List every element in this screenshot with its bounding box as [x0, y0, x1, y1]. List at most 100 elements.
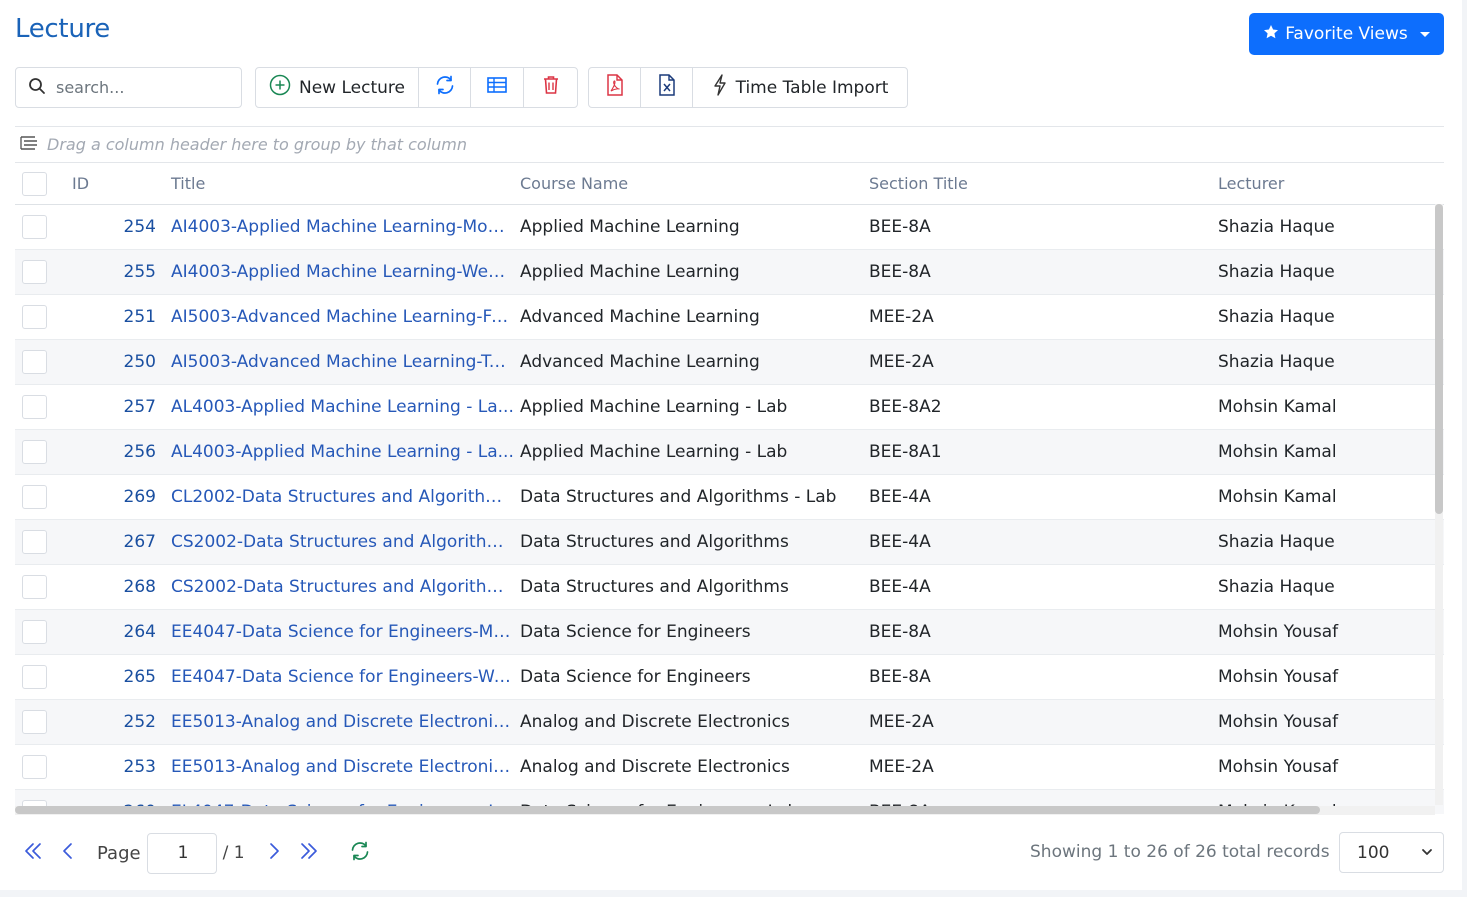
search-icon — [28, 77, 46, 99]
table-row[interactable]: 257 AL4003-Applied Machine Learning - La.… — [15, 385, 1444, 430]
new-lecture-button[interactable]: New Lecture — [256, 68, 419, 107]
cell-id: 256 — [123, 442, 156, 462]
double-chevron-right-icon — [299, 841, 319, 865]
row-select-cell — [15, 215, 65, 239]
row-checkbox[interactable] — [22, 710, 47, 734]
cell-course-name: Advanced Machine Learning — [520, 307, 760, 327]
cell-id: 254 — [123, 217, 156, 237]
lecture-title-link[interactable]: AI5003-Advanced Machine Learning-Tu... — [171, 352, 514, 372]
column-header-lecturer[interactable]: Lecturer — [1212, 174, 1430, 193]
cell-lecturer: Shazia Haque — [1218, 352, 1335, 372]
row-checkbox[interactable] — [22, 485, 47, 509]
cell-id: 252 — [123, 712, 156, 732]
cell-title: EE5013-Analog and Discrete Electronic... — [165, 712, 514, 732]
table-row[interactable]: 268 CS2002-Data Structures and Algorithm.… — [15, 565, 1444, 610]
lecture-title-link[interactable]: EE5013-Analog and Discrete Electronic... — [171, 712, 514, 732]
column-header-course-name[interactable]: Course Name — [514, 174, 863, 193]
column-header-section-title[interactable]: Section Title — [863, 174, 1212, 193]
records-summary: Showing 1 to 26 of 26 total records — [1030, 842, 1330, 862]
table-row[interactable]: 252 EE5013-Analog and Discrete Electronic… — [15, 700, 1444, 745]
cell-title: EE5013-Analog and Discrete Electronic... — [165, 757, 514, 777]
chevron-down-icon — [1421, 843, 1433, 863]
table-row[interactable]: 269 CL2002-Data Structures and Algorithm.… — [15, 475, 1444, 520]
row-select-cell — [15, 260, 65, 284]
time-table-import-button[interactable]: Time Table Import — [693, 68, 907, 107]
cell-course-name: Analog and Discrete Electronics — [520, 757, 790, 777]
row-checkbox[interactable] — [22, 395, 47, 419]
row-select-cell — [15, 620, 65, 644]
row-checkbox[interactable] — [22, 305, 47, 329]
first-page-button[interactable] — [15, 833, 50, 873]
refresh-button[interactable] — [419, 68, 471, 107]
cell-lecturer: Shazia Haque — [1218, 217, 1335, 237]
group-panel[interactable]: Drag a column header here to group by th… — [15, 126, 1444, 163]
table-row[interactable]: 254 AI4003-Applied Machine Learning-Mon..… — [15, 205, 1444, 250]
row-checkbox[interactable] — [22, 665, 47, 689]
export-pdf-button[interactable] — [589, 68, 641, 107]
lecture-title-link[interactable]: AL4003-Applied Machine Learning - La... — [171, 442, 514, 462]
cell-course-name: Applied Machine Learning — [520, 262, 740, 282]
last-page-button[interactable] — [292, 833, 327, 873]
table-row[interactable]: 255 AI4003-Applied Machine Learning-Wed..… — [15, 250, 1444, 295]
table-row[interactable]: 264 EE4047-Data Science for Engineers-Mo.… — [15, 610, 1444, 655]
chevron-left-icon — [61, 841, 75, 865]
table-row[interactable]: 265 EE4047-Data Science for Engineers-We.… — [15, 655, 1444, 700]
cell-section-title: BEE-8A — [869, 622, 931, 642]
column-header-id[interactable]: ID — [65, 174, 165, 193]
vertical-scrollbar[interactable] — [1435, 204, 1443, 805]
column-chooser-button[interactable] — [471, 68, 524, 107]
cell-course-name: Data Structures and Algorithms — [520, 577, 789, 597]
row-checkbox[interactable] — [22, 215, 47, 239]
page-label: Page — [97, 842, 141, 864]
row-checkbox[interactable] — [22, 530, 47, 554]
previous-page-button[interactable] — [50, 833, 85, 873]
cell-id: 253 — [123, 757, 156, 777]
row-checkbox[interactable] — [22, 350, 47, 374]
page-size-select[interactable]: 100 — [1339, 832, 1444, 873]
select-all-checkbox[interactable] — [22, 171, 47, 196]
row-checkbox[interactable] — [22, 440, 47, 464]
table-row[interactable]: 256 AL4003-Applied Machine Learning - La.… — [15, 430, 1444, 475]
lecture-title-link[interactable]: AL4003-Applied Machine Learning - La... — [171, 397, 514, 417]
lecture-title-link[interactable]: EE4047-Data Science for Engineers-Mo... — [171, 622, 514, 642]
pager-refresh-button[interactable] — [343, 833, 378, 873]
vertical-scroll-thumb[interactable] — [1435, 204, 1443, 514]
column-header-title[interactable]: Title — [165, 174, 514, 193]
lecture-title-link[interactable]: AI4003-Applied Machine Learning-Wed... — [171, 262, 514, 282]
row-checkbox[interactable] — [22, 755, 47, 779]
search-input[interactable] — [56, 78, 226, 97]
lecture-title-link[interactable]: AI4003-Applied Machine Learning-Mon... — [171, 217, 514, 237]
row-checkbox[interactable] — [22, 620, 47, 644]
caret-down-icon — [1419, 31, 1430, 37]
lecture-title-link[interactable]: AI5003-Advanced Machine Learning-Fri... — [171, 307, 514, 327]
lightning-icon — [712, 74, 728, 101]
export-excel-button[interactable] — [641, 68, 693, 107]
lecture-title-link[interactable]: EE4047-Data Science for Engineers-We... — [171, 667, 514, 687]
cell-title: AI5003-Advanced Machine Learning-Fri... — [165, 307, 514, 327]
lecture-title-link[interactable]: EE5013-Analog and Discrete Electronic... — [171, 757, 514, 777]
table-row[interactable]: 250 AI5003-Advanced Machine Learning-Tu..… — [15, 340, 1444, 385]
refresh-icon — [349, 840, 371, 866]
cell-section-title: BEE-8A1 — [869, 442, 942, 462]
lecture-title-link[interactable]: CS2002-Data Structures and Algorithm... — [171, 532, 514, 552]
cell-section-title: BEE-8A — [869, 262, 931, 282]
delete-button[interactable] — [524, 68, 577, 107]
cell-section-title: BEE-8A — [869, 217, 931, 237]
cell-course-name: Data Science for Engineers — [520, 622, 751, 642]
table-row[interactable]: 253 EE5013-Analog and Discrete Electronic… — [15, 745, 1444, 790]
table-row[interactable]: 267 CS2002-Data Structures and Algorithm.… — [15, 520, 1444, 565]
row-checkbox[interactable] — [22, 260, 47, 284]
row-select-cell — [15, 665, 65, 689]
cell-course-name: Applied Machine Learning - Lab — [520, 442, 788, 462]
horizontal-scrollbar[interactable] — [15, 806, 1435, 815]
next-page-button[interactable] — [257, 833, 292, 873]
row-checkbox[interactable] — [22, 575, 47, 599]
page-number-input[interactable] — [146, 832, 217, 874]
favorite-views-button[interactable]: Favorite Views — [1249, 13, 1444, 55]
cell-id: 268 — [123, 577, 156, 597]
lecture-title-link[interactable]: CS2002-Data Structures and Algorithm... — [171, 577, 514, 597]
horizontal-scroll-thumb[interactable] — [15, 806, 1320, 814]
new-lecture-label: New Lecture — [299, 77, 405, 98]
lecture-title-link[interactable]: CL2002-Data Structures and Algorithm... — [171, 487, 514, 507]
table-row[interactable]: 251 AI5003-Advanced Machine Learning-Fri.… — [15, 295, 1444, 340]
